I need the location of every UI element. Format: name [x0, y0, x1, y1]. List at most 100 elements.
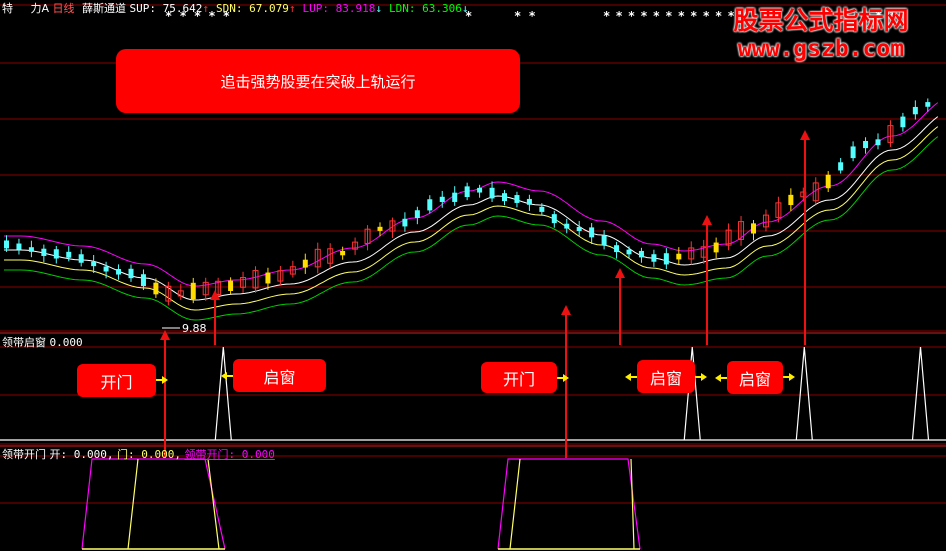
candle-body	[676, 253, 682, 260]
candle-body	[477, 187, 483, 193]
open-window-label-3: 启窗	[727, 361, 783, 394]
ldn-label: LDN: 63.306↓	[388, 2, 469, 15]
signal-stars-1: * * * * *	[165, 9, 231, 23]
open-window-label-1: 启窗	[233, 359, 326, 392]
candle-body	[526, 198, 532, 205]
candle-body	[427, 199, 433, 211]
candle-body	[601, 235, 607, 246]
candle-body	[41, 248, 47, 256]
arrow-head	[702, 215, 712, 225]
candle-body	[626, 249, 632, 255]
candle-body	[340, 250, 346, 256]
lup-band	[4, 102, 939, 287]
candle-body	[4, 240, 9, 249]
candle-body	[589, 227, 595, 238]
candle-body	[190, 282, 196, 300]
candle-body	[564, 223, 570, 229]
candle-body	[614, 245, 620, 253]
door-segment-magenta	[497, 458, 641, 550]
door-pane	[81, 458, 641, 550]
label-pointer-head	[221, 372, 227, 380]
sup-band	[4, 116, 939, 301]
door-l-value: 领带开门: 0.000	[184, 448, 275, 461]
candle-body	[489, 187, 495, 199]
watermark-logo: 股票公式指标网 www.gszb.com	[706, 6, 936, 62]
candle-body	[78, 254, 84, 263]
label-pointer-head	[625, 373, 631, 381]
stock-name-char-1: 特	[2, 2, 13, 15]
indicator-name: 薛斯通道	[82, 2, 127, 15]
period-label: 日线	[52, 2, 75, 15]
candle-body	[16, 243, 22, 250]
signal-stars-3: * *	[514, 9, 536, 23]
candle-body	[53, 249, 59, 259]
door-segment-yellow	[509, 458, 635, 550]
candle-body	[912, 106, 918, 115]
candle-body	[551, 214, 557, 224]
candle-body	[663, 253, 669, 265]
candle-body	[925, 102, 931, 107]
stock-name-char-2: 力A	[30, 2, 50, 15]
candle-body	[576, 226, 582, 232]
candle-body	[514, 195, 520, 203]
candle-body	[228, 280, 234, 291]
candle-body	[464, 186, 470, 198]
candle-body	[825, 174, 831, 189]
candle-body	[539, 206, 545, 212]
candles	[4, 98, 931, 329]
candle-body	[103, 266, 109, 272]
candle-body	[850, 146, 856, 159]
candle-body	[900, 116, 906, 128]
candle-body	[838, 162, 844, 171]
window-spike	[214, 346, 232, 441]
window-pane-title: 领带启窗 0.000	[2, 336, 83, 349]
candle-body	[302, 259, 308, 268]
candle-body	[128, 268, 134, 279]
candle-body	[91, 261, 97, 267]
candle-body	[875, 139, 881, 146]
door-pane-title: 领带开门 开: 0.000, 门: 0.000, 领带开门: 0.000	[2, 448, 275, 461]
door-segment-magenta	[81, 458, 226, 550]
candle-body	[140, 274, 146, 287]
candle-body	[788, 194, 794, 206]
door-m-value: 门: 0.000,	[116, 448, 181, 461]
signal-arrows	[156, 130, 810, 458]
candle-body	[863, 140, 869, 149]
main-banner: 追击强势股要在突破上轨运行	[116, 49, 520, 113]
candle-body	[66, 251, 72, 258]
candle-body	[452, 192, 458, 202]
lup-label: LUP: 83.918↓	[302, 2, 382, 15]
candle-body	[651, 254, 657, 262]
signal-stars-2: *	[465, 9, 473, 23]
label-pointer-head	[789, 373, 795, 381]
label-pointer-head	[701, 373, 707, 381]
candle-body	[116, 269, 122, 275]
candle-body	[265, 272, 271, 284]
candle-body	[439, 196, 445, 203]
watermark-title: 股票公式指标网	[733, 6, 909, 35]
candle-body	[751, 223, 756, 234]
min-price-label: 9.88	[182, 322, 207, 335]
candle-body	[153, 282, 159, 295]
door-k-value: 开: 0.000,	[49, 448, 114, 461]
arrow-head	[800, 130, 810, 140]
window-spike	[911, 346, 930, 441]
open-door-label-2: 开门	[481, 362, 557, 393]
candle-body	[414, 210, 420, 219]
watermark-url: www.gszb.com	[737, 36, 905, 62]
window-spike	[795, 346, 813, 441]
candle-body	[402, 218, 408, 227]
candle-body	[377, 226, 383, 231]
label-pointer-head	[715, 374, 721, 382]
candle-body	[713, 242, 719, 253]
arrow-head	[561, 305, 571, 315]
arrow-head	[615, 268, 625, 278]
candle-body	[502, 193, 507, 202]
open-window-label-2: 启窗	[637, 360, 695, 393]
candle-body	[28, 247, 34, 252]
main-banner-text: 追击强势股要在突破上轨运行	[220, 72, 416, 91]
chart-header: 特 力A 日线 薛斯通道 SUP: 75.642↑, SDN: 67.079↑,…	[2, 2, 472, 15]
candle-body	[638, 250, 644, 258]
door-segment-yellow	[127, 458, 220, 550]
open-door-label-1: 开门	[77, 364, 156, 397]
